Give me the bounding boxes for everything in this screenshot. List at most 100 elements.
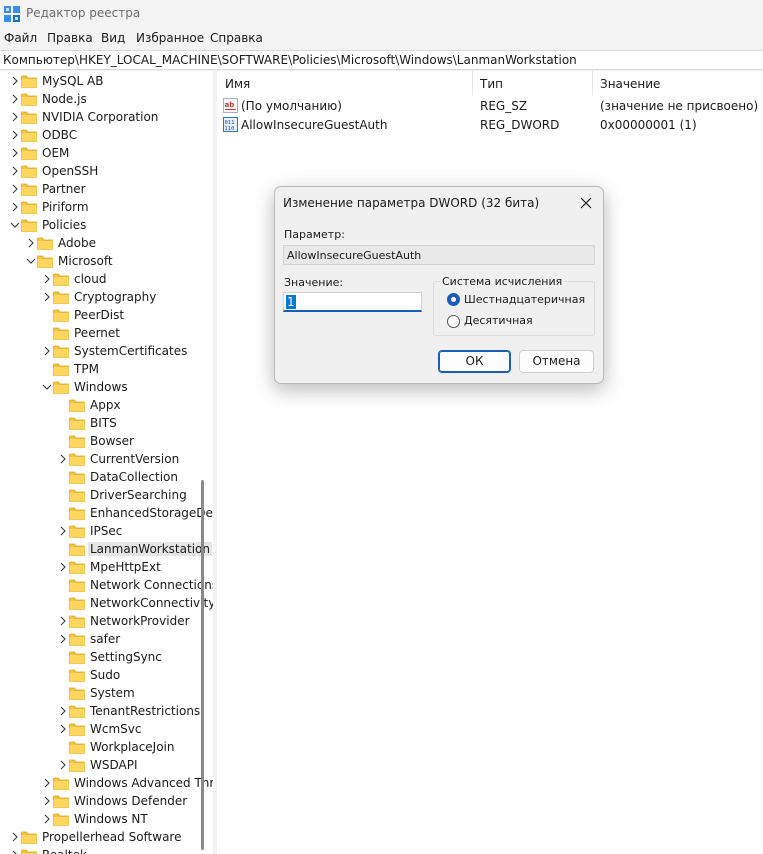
chevron-right-icon[interactable] (41, 777, 53, 789)
chevron-right-icon[interactable] (57, 633, 69, 645)
menu-file[interactable]: Файл (4, 31, 37, 45)
chevron-right-icon[interactable] (57, 759, 69, 771)
tree-item[interactable]: IPSec (0, 522, 213, 540)
tree-item[interactable]: WSDAPI (0, 756, 213, 774)
chevron-down-icon[interactable] (41, 381, 53, 393)
chevron-right-icon[interactable] (57, 705, 69, 717)
tree-item[interactable]: MpeHttpExt (0, 558, 213, 576)
tree-item[interactable]: PeerDist (0, 306, 213, 324)
tree-item[interactable]: SystemCertificates (0, 342, 213, 360)
chevron-down-icon[interactable] (25, 255, 37, 267)
chevron-right-icon[interactable] (9, 75, 21, 87)
key-tree[interactable]: MySQL AB Node.js NVIDIA Corporation ODBC OEM… (0, 71, 213, 854)
tree-item[interactable]: Sudo (0, 666, 213, 684)
tree-item[interactable]: ODBC (0, 126, 213, 144)
tree-item[interactable]: System (0, 684, 213, 702)
tree-item[interactable]: Windows NT (0, 810, 213, 828)
value-row[interactable]: ab (По умолчанию) REG_SZ (значение не пр… (217, 96, 763, 115)
tree-item[interactable]: Bowser (0, 432, 213, 450)
tree-item[interactable]: LanmanWorkstation (0, 540, 213, 558)
chevron-right-icon[interactable] (57, 525, 69, 537)
tree-item[interactable]: MySQL AB (0, 72, 213, 90)
chevron-right-icon[interactable] (9, 201, 21, 213)
chevron-right-icon[interactable] (41, 345, 53, 357)
tree-item[interactable]: OEM (0, 144, 213, 162)
value-data-input[interactable]: 1 (283, 292, 422, 312)
tree-item[interactable]: Propellerhead Software (0, 828, 213, 846)
chevron-right-icon[interactable] (25, 237, 37, 249)
chevron-right-icon[interactable] (9, 93, 21, 105)
tree-item[interactable]: SettingSync (0, 648, 213, 666)
radio-hex-label[interactable]: Шестнадцатеричная (464, 293, 585, 306)
chevron-right-icon[interactable] (9, 165, 21, 177)
tree-item[interactable]: Policies (0, 216, 213, 234)
param-label: Параметр: (284, 228, 345, 241)
menu-favorites[interactable]: Избранное (136, 31, 204, 45)
radio-decimal-label[interactable]: Десятичная (464, 314, 533, 327)
column-name-header[interactable]: Имя (225, 77, 250, 91)
tree-item[interactable]: DataCollection (0, 468, 213, 486)
chevron-right-icon[interactable] (9, 849, 21, 854)
tree-item[interactable]: Peernet (0, 324, 213, 342)
chevron-right-icon[interactable] (9, 147, 21, 159)
ok-button[interactable]: ОК (438, 350, 511, 373)
tree-item[interactable]: Appx (0, 396, 213, 414)
menu-view[interactable]: Вид (101, 31, 125, 45)
tree-item[interactable]: NetworkConnectivityS (0, 594, 213, 612)
tree-item[interactable]: Network Connections (0, 576, 213, 594)
chevron-right-icon[interactable] (41, 291, 53, 303)
tree-item[interactable]: NetworkProvider (0, 612, 213, 630)
tree-scrollbar[interactable] (201, 480, 204, 850)
tree-item[interactable]: Windows Defender (0, 792, 213, 810)
tree-item[interactable]: Adobe (0, 234, 213, 252)
chevron-right-icon[interactable] (41, 273, 53, 285)
tree-item[interactable]: cloud (0, 270, 213, 288)
tree-item[interactable]: safer (0, 630, 213, 648)
chevron-right-icon[interactable] (9, 129, 21, 141)
column-divider[interactable] (592, 71, 593, 95)
dialog-close-button[interactable] (573, 191, 599, 215)
tree-item[interactable]: Microsoft (0, 252, 213, 270)
tree-item[interactable]: WorkplaceJoin (0, 738, 213, 756)
tree-item[interactable]: TPM (0, 360, 213, 378)
tree-item[interactable]: CurrentVersion (0, 450, 213, 468)
radio-hex[interactable] (447, 293, 460, 306)
chevron-right-icon[interactable] (57, 723, 69, 735)
tree-item[interactable]: Piriform (0, 198, 213, 216)
menu-help[interactable]: Справка (210, 31, 263, 45)
tree-item[interactable]: EnhancedStorageDevi (0, 504, 213, 522)
chevron-down-icon[interactable] (9, 219, 21, 231)
menu-edit[interactable]: Правка (47, 31, 93, 45)
chevron-right-icon[interactable] (57, 561, 69, 573)
radio-decimal[interactable] (447, 315, 460, 328)
tree-item[interactable]: OpenSSH (0, 162, 213, 180)
tree-item[interactable]: NVIDIA Corporation (0, 108, 213, 126)
menu-bar: Файл Правка Вид Избранное Справка (0, 28, 763, 50)
tree-item[interactable]: DriverSearching (0, 486, 213, 504)
tree-item[interactable]: Realtek (0, 846, 213, 854)
chevron-right-icon[interactable] (57, 453, 69, 465)
address-path[interactable]: Компьютер\HKEY_LOCAL_MACHINE\SOFTWARE\Po… (3, 53, 577, 67)
chevron-right-icon[interactable] (9, 111, 21, 123)
folder-icon (53, 273, 69, 286)
tree-item[interactable]: Windows Advanced Thre (0, 774, 213, 792)
tree-item[interactable]: TenantRestrictions (0, 702, 213, 720)
value-row[interactable]: 011 110 AllowInsecureGuestAuth REG_DWORD… (217, 115, 763, 134)
column-value-header[interactable]: Значение (600, 77, 660, 91)
column-type-header[interactable]: Тип (480, 77, 503, 91)
cancel-button[interactable]: Отмена (519, 350, 594, 373)
chevron-right-icon[interactable] (9, 831, 21, 843)
tree-item[interactable]: WcmSvc (0, 720, 213, 738)
chevron-right-icon[interactable] (41, 795, 53, 807)
address-bar[interactable]: Компьютер\HKEY_LOCAL_MACHINE\SOFTWARE\Po… (0, 50, 763, 70)
tree-item[interactable]: Node.js (0, 90, 213, 108)
chevron-right-icon[interactable] (57, 615, 69, 627)
tree-item[interactable]: BITS (0, 414, 213, 432)
chevron-right-icon[interactable] (41, 813, 53, 825)
tree-item-label: DataCollection (90, 470, 179, 484)
tree-item[interactable]: Cryptography (0, 288, 213, 306)
chevron-right-icon[interactable] (9, 183, 21, 195)
tree-item[interactable]: Partner (0, 180, 213, 198)
column-divider[interactable] (472, 71, 473, 95)
tree-item[interactable]: Windows (0, 378, 213, 396)
